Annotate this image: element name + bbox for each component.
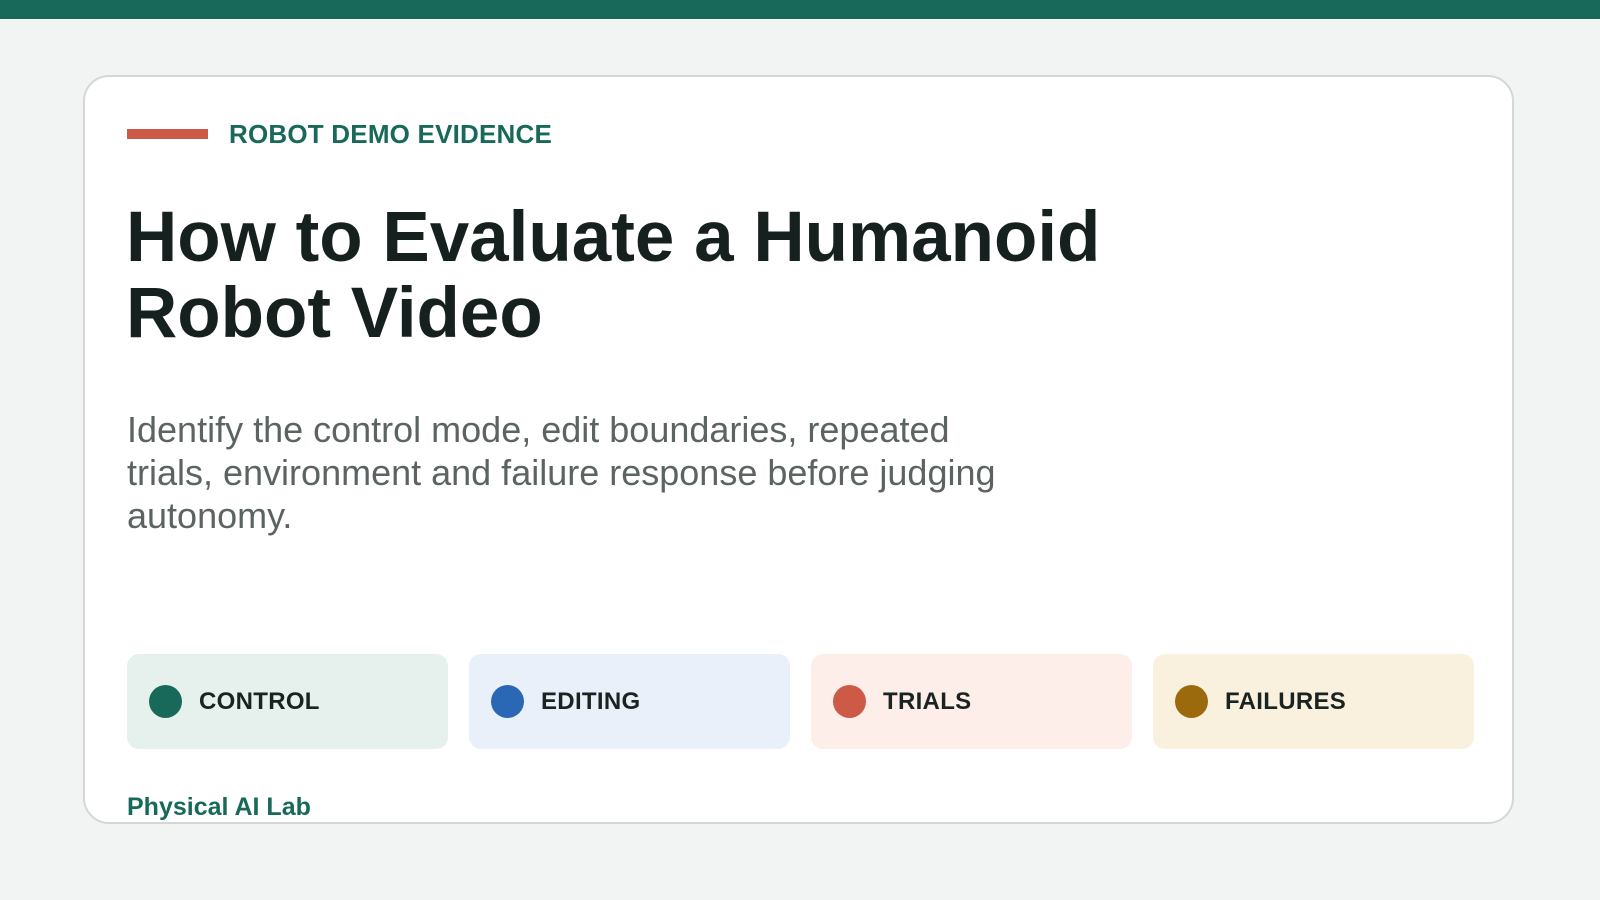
chip-control: CONTROL — [127, 654, 448, 749]
chip-label: CONTROL — [199, 687, 320, 715]
dot-icon — [149, 685, 182, 718]
chip-editing: EDITING — [469, 654, 790, 749]
chip-failures: FAILURES — [1153, 654, 1474, 749]
chip-trials: TRIALS — [811, 654, 1132, 749]
content-card: ROBOT DEMO EVIDENCE How to Evaluate a Hu… — [83, 75, 1514, 824]
page-subtitle: Identify the control mode, edit boundari… — [127, 409, 996, 536]
chip-label: EDITING — [541, 687, 641, 715]
footer-brand: Physical AI Lab — [127, 793, 311, 821]
top-accent-bar — [0, 0, 1600, 19]
eyebrow-accent-line — [127, 129, 208, 139]
chip-label: TRIALS — [883, 687, 972, 715]
page-title: How to Evaluate a Humanoid Robot Video — [126, 198, 1101, 353]
dot-icon — [833, 685, 866, 718]
eyebrow-label: ROBOT DEMO EVIDENCE — [229, 118, 553, 149]
chip-label: FAILURES — [1225, 687, 1347, 715]
eyebrow: ROBOT DEMO EVIDENCE — [127, 117, 552, 151]
topic-chips: CONTROL EDITING TRIALS FAILURES — [127, 654, 1474, 749]
dot-icon — [1175, 685, 1208, 718]
dot-icon — [491, 685, 524, 718]
